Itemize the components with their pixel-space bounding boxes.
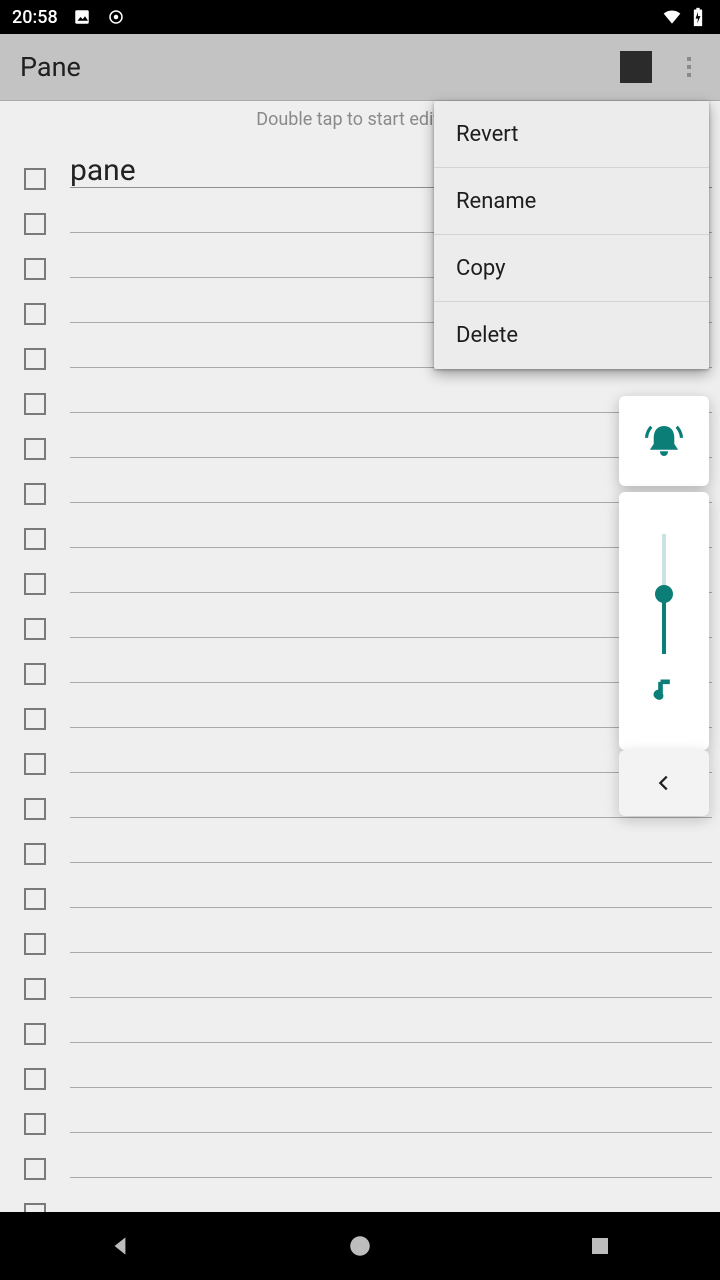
menu-item-revert[interactable]: Revert: [434, 101, 709, 168]
image-icon: [72, 7, 92, 27]
checkbox[interactable]: [24, 393, 46, 415]
checkbox[interactable]: [24, 933, 46, 955]
app-title: Pane: [20, 51, 81, 83]
nav-recents-button[interactable]: [575, 1221, 625, 1271]
app-bar: Pane: [0, 34, 720, 101]
color-swatch-button[interactable]: [620, 51, 652, 83]
nav-home-button[interactable]: [335, 1221, 385, 1271]
list-item[interactable]: [0, 1180, 720, 1212]
target-icon: [106, 7, 126, 27]
list-item[interactable]: [0, 775, 720, 820]
nav-back-button[interactable]: [95, 1221, 145, 1271]
bell-ring-icon: [645, 422, 683, 460]
battery-charging-icon: [688, 7, 708, 27]
checkbox[interactable]: [24, 708, 46, 730]
checkbox[interactable]: [24, 1158, 46, 1180]
volume-slider-card: [619, 492, 709, 750]
circle-home-icon: [347, 1233, 373, 1259]
row-text: pane: [70, 153, 136, 188]
checkbox[interactable]: [24, 1203, 46, 1212]
list-item[interactable]: [0, 955, 720, 1000]
list-item[interactable]: [0, 910, 720, 955]
wifi-icon: [662, 7, 682, 27]
checkbox[interactable]: [24, 753, 46, 775]
checkbox[interactable]: [24, 528, 46, 550]
list-item[interactable]: [0, 505, 720, 550]
status-clock: 20:58: [12, 7, 58, 28]
music-note-icon: [650, 676, 678, 708]
checkbox[interactable]: [24, 663, 46, 685]
list-item[interactable]: [0, 640, 720, 685]
checkbox[interactable]: [24, 348, 46, 370]
checkbox[interactable]: [24, 618, 46, 640]
menu-item-rename[interactable]: Rename: [434, 168, 709, 235]
list-item[interactable]: [0, 595, 720, 640]
checkbox[interactable]: [24, 1023, 46, 1045]
volume-expand-button[interactable]: [619, 750, 709, 816]
checkbox[interactable]: [24, 168, 46, 190]
list-item[interactable]: [0, 1000, 720, 1045]
overflow-menu-button[interactable]: [678, 53, 700, 81]
context-menu: RevertRenameCopyDelete: [434, 101, 709, 369]
list-item[interactable]: [0, 415, 720, 460]
list-item[interactable]: [0, 685, 720, 730]
list-item[interactable]: [0, 460, 720, 505]
checkbox[interactable]: [24, 798, 46, 820]
volume-slider[interactable]: [662, 534, 666, 654]
status-bar: 20:58: [0, 0, 720, 34]
list-item[interactable]: [0, 550, 720, 595]
list-item[interactable]: [0, 865, 720, 910]
navigation-bar: [0, 1212, 720, 1280]
list-item[interactable]: [0, 370, 720, 415]
list-item[interactable]: [0, 1090, 720, 1135]
triangle-back-icon: [107, 1233, 133, 1259]
list-item[interactable]: [0, 820, 720, 865]
checkbox[interactable]: [24, 573, 46, 595]
menu-item-copy[interactable]: Copy: [434, 235, 709, 302]
checkbox[interactable]: [24, 258, 46, 280]
list-item[interactable]: [0, 1135, 720, 1180]
checkbox[interactable]: [24, 978, 46, 1000]
volume-slider-thumb[interactable]: [655, 585, 673, 603]
chevron-left-icon: [653, 772, 675, 794]
checkbox[interactable]: [24, 303, 46, 325]
square-recents-icon: [588, 1234, 612, 1258]
checkbox[interactable]: [24, 1068, 46, 1090]
checkbox[interactable]: [24, 483, 46, 505]
menu-item-delete[interactable]: Delete: [434, 302, 709, 369]
ringer-mode-button[interactable]: [619, 396, 709, 486]
checkbox[interactable]: [24, 843, 46, 865]
checkbox[interactable]: [24, 213, 46, 235]
list-item[interactable]: [0, 730, 720, 775]
checkbox[interactable]: [24, 888, 46, 910]
list-item[interactable]: [0, 1045, 720, 1090]
checkbox[interactable]: [24, 438, 46, 460]
checkbox[interactable]: [24, 1113, 46, 1135]
